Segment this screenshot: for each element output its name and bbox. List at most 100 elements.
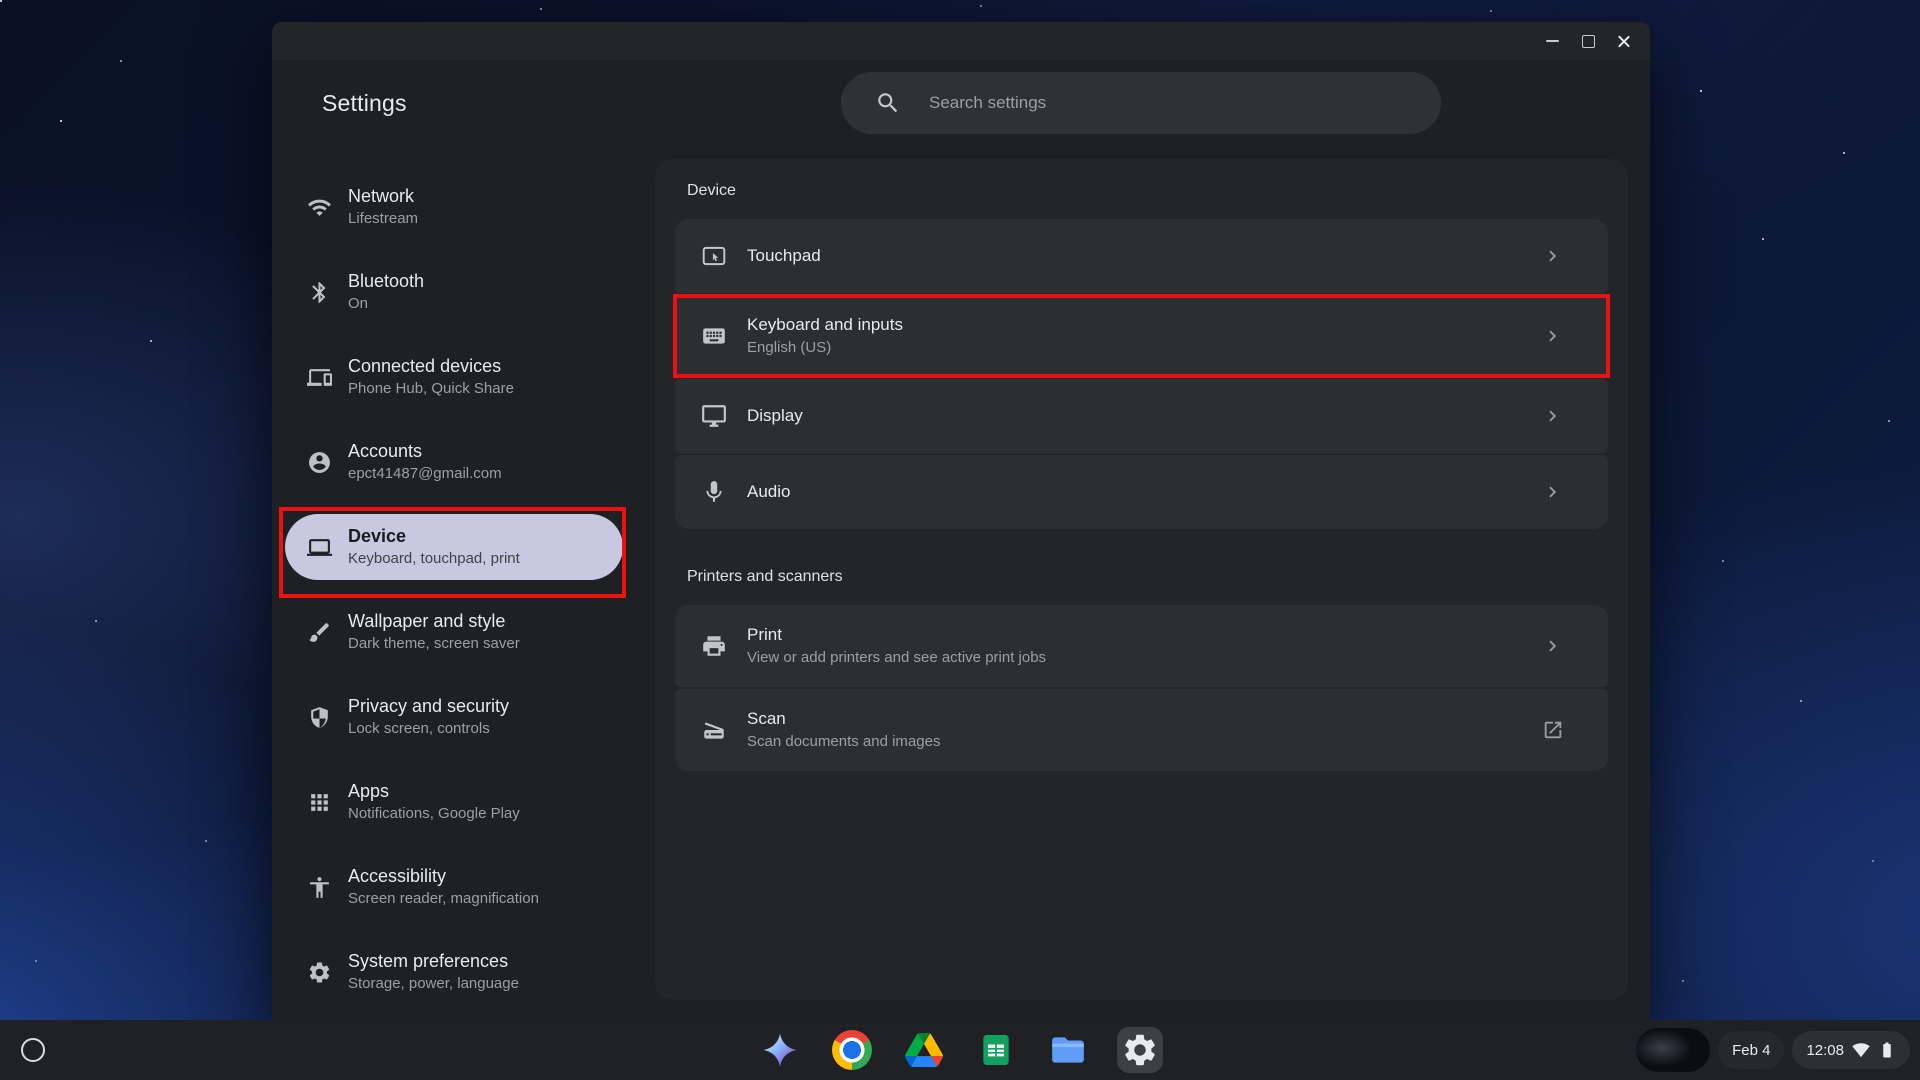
row-keyboard[interactable]: Keyboard and inputs English (US) [675,295,1608,377]
window-titlebar[interactable] [272,22,1650,60]
app-button-sheets[interactable] [973,1027,1019,1073]
sidebar-item-bluetooth[interactable]: BluetoothOn [285,259,623,325]
display-icon [701,403,727,429]
wifi-icon [307,195,332,220]
date-label: Feb 4 [1732,1042,1770,1059]
row-sublabel: Scan documents and images [747,733,940,751]
sidebar-item-label: Device [348,526,520,548]
app-button-settings[interactable] [1117,1027,1163,1073]
drive-icon [905,1031,943,1069]
laptop-icon [307,535,332,560]
minimize-icon [1546,40,1559,42]
row-audio[interactable]: Audio [675,455,1608,529]
page-title: Settings [322,90,407,117]
brush-icon [307,620,332,645]
search-bar[interactable] [841,72,1441,134]
sidebar-item-sublabel: Keyboard, touchpad, print [348,550,520,568]
section-header-printers-and-scanners: Printers and scanners [687,569,1628,585]
battery-icon [1878,1041,1896,1059]
close-button[interactable] [1606,22,1642,60]
chevron-right-icon [1542,325,1564,347]
quick-settings-chip[interactable]: 12:08 [1792,1031,1910,1069]
sidebar-item-sublabel: Storage, power, language [348,975,519,993]
row-label: Scan [747,709,940,729]
time-label: 12:08 [1806,1042,1844,1059]
status-tray-avatar[interactable] [1636,1028,1710,1072]
row-label: Keyboard and inputs [747,315,903,335]
settings-gear-icon [1121,1031,1159,1069]
row-label: Display [747,406,803,426]
maximize-button[interactable] [1570,22,1606,60]
minimize-button[interactable] [1534,22,1570,60]
row-sublabel: English (US) [747,339,903,357]
sidebar-item-sublabel: Notifications, Google Play [348,805,520,823]
open-in-new-icon [1542,719,1564,741]
sidebar-item-label: Connected devices [348,356,514,378]
sidebar-item-apps[interactable]: AppsNotifications, Google Play [285,769,623,835]
maximize-icon [1582,35,1595,48]
row-touchpad[interactable]: Touchpad [675,219,1608,293]
chrome-icon [832,1030,872,1070]
sidebar-item-label: Privacy and security [348,696,509,718]
row-sublabel: View or add printers and see active prin… [747,649,1046,667]
window-controls [1534,22,1642,60]
desktop-wallpaper: Settings Network Lifestream BluetoothOn Con… [0,0,1920,1080]
sidebar-item-accessibility[interactable]: Accessibility Screen reader, magnificatio… [285,854,623,920]
search-icon [875,90,901,116]
bluetooth-icon [307,280,332,305]
sidebar-item-label: Network [348,186,418,208]
sidebar-item-privacy[interactable]: Privacy and security Lock screen, control… [285,684,623,750]
sidebar-item-sublabel: Dark theme, screen saver [348,635,520,653]
app-button-assistant[interactable] [757,1027,803,1073]
section-header-device: Device [687,183,1628,199]
keyboard-icon [701,323,727,349]
sheets-icon [977,1031,1015,1069]
sidebar-item-connected-devices[interactable]: Connected devices Phone Hub, Quick Share [285,344,623,410]
sidebar-item-device[interactable]: Device Keyboard, touchpad, print [285,514,623,580]
close-icon [1617,34,1632,49]
sidebar-item-sublabel: Screen reader, magnification [348,890,539,908]
launcher-icon [21,1038,45,1062]
sidebar-item-label: Accessibility [348,866,539,888]
mic-icon [701,479,727,505]
settings-card: Touchpad Keyboard and inputs English (US) D… [675,219,1608,529]
launcher-button[interactable] [16,1033,50,1067]
shield-icon [307,705,332,730]
sidebar-item-system-preferences[interactable]: System preferences Storage, power, langua… [285,939,623,1005]
row-label: Touchpad [747,246,821,266]
devices-icon [307,365,332,390]
sidebar-item-label: Bluetooth [348,271,424,293]
status-tray: Feb 4 12:08 [1636,1028,1910,1072]
sidebar-item-label: System preferences [348,951,519,973]
sidebar-item-network[interactable]: Network Lifestream [285,174,623,240]
row-label: Print [747,625,1046,645]
row-print[interactable]: Print View or add printers and see active… [675,605,1608,687]
sidebar-item-label: Wallpaper and style [348,611,520,633]
app-button-drive[interactable] [901,1027,947,1073]
search-input[interactable] [927,92,1417,114]
chevron-right-icon [1542,405,1564,427]
accessibility-icon [307,875,332,900]
row-display[interactable]: Display [675,379,1608,453]
app-button-files[interactable] [1045,1027,1091,1073]
main-panel: Device Touchpad Keyboard and inputs English… [655,159,1628,1000]
sidebar-item-sublabel: epct41487@gmail.com [348,465,502,483]
chevron-right-icon [1542,245,1564,267]
sidebar-item-sublabel: Lifestream [348,210,418,228]
sidebar-nav: Network Lifestream BluetoothOn Connected de… [285,174,623,1020]
sidebar-item-sublabel: Phone Hub, Quick Share [348,380,514,398]
touchpad-icon [701,243,727,269]
app-button-chrome[interactable] [829,1027,875,1073]
sidebar-item-sublabel: Lock screen, controls [348,720,509,738]
gear-icon [307,960,332,985]
wifi-status-icon [1852,1041,1870,1059]
chevron-right-icon [1542,481,1564,503]
row-scan[interactable]: Scan Scan documents and images [675,689,1608,771]
assistant-star-icon [761,1031,799,1069]
sidebar-item-wallpaper[interactable]: Wallpaper and style Dark theme, screen sa… [285,599,623,665]
settings-card: Print View or add printers and see active… [675,605,1608,771]
apps-icon [307,790,332,815]
shelf-apps [757,1027,1163,1073]
date-chip[interactable]: Feb 4 [1718,1031,1784,1069]
sidebar-item-accounts[interactable]: Accountsepct41487@gmail.com [285,429,623,495]
